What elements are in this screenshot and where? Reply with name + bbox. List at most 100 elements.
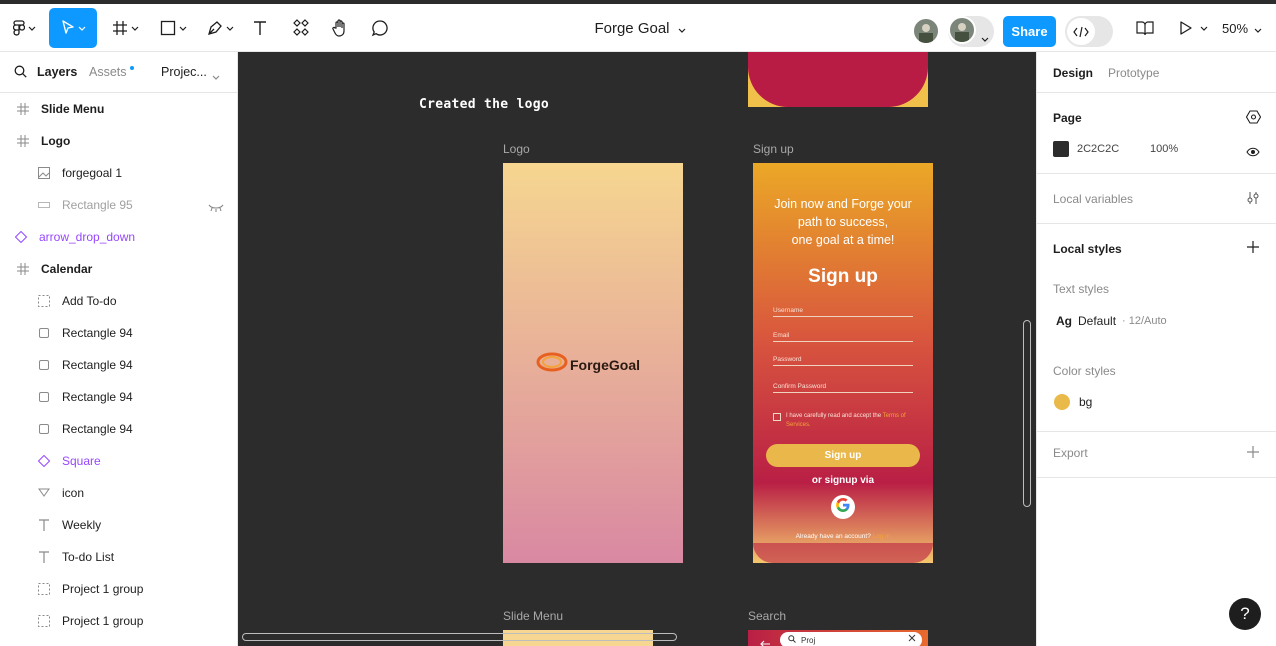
page-color-hex[interactable]: 2C2C2C (1077, 143, 1119, 155)
layer-arrow-drop-down[interactable]: arrow_drop_down (0, 221, 237, 253)
present-button[interactable] (1176, 8, 1212, 48)
layer-forgegoal-1[interactable]: forgegoal 1 (0, 157, 237, 189)
layer-logo[interactable]: Logo (0, 125, 237, 157)
color-style-name: bg (1079, 395, 1093, 409)
avatar-menu-button[interactable] (948, 16, 994, 47)
frame-icon (16, 262, 30, 276)
search-input: Proj (780, 632, 922, 646)
page-opacity[interactable]: 100% (1150, 143, 1178, 155)
text-tool-icon (252, 20, 268, 36)
layer-to-do-list[interactable]: To-do List (0, 541, 237, 573)
vertical-scrollbar[interactable] (1023, 320, 1031, 507)
shape-tool-button[interactable] (154, 8, 192, 48)
left-panel-tabs: Layers Assets Projec... (0, 52, 237, 93)
file-title-button[interactable]: Forge Goal (560, 8, 720, 48)
layer-label: forgegoal 1 (62, 166, 123, 180)
frame-top-partial[interactable] (748, 52, 928, 107)
help-button[interactable]: ? (1229, 598, 1261, 630)
library-icon (1136, 20, 1154, 36)
have-account-text: Already have an account? (795, 533, 871, 540)
signup-bottom-shape (753, 543, 933, 563)
layer-label: icon (62, 486, 85, 500)
tab-assets[interactable]: Assets (89, 65, 127, 79)
frame-label-logo[interactable]: Logo (503, 142, 530, 156)
page-settings-icon[interactable] (1245, 110, 1262, 129)
zoom-menu[interactable]: 50% (1222, 8, 1262, 48)
eye-icon[interactable] (1246, 144, 1260, 162)
layer-rectangle-94[interactable]: Rectangle 94 (0, 317, 237, 349)
layer-calendar[interactable]: Calendar (0, 253, 237, 285)
main-menu-button[interactable] (6, 8, 42, 48)
horizontal-scrollbar[interactable] (242, 633, 677, 641)
group-icon (37, 582, 51, 596)
frame-tool-button[interactable] (106, 8, 144, 48)
layer-project-1-group[interactable]: Project 1 group (0, 573, 237, 605)
text-icon (37, 550, 51, 564)
comment-tool-button[interactable] (368, 8, 392, 48)
tab-prototype[interactable]: Prototype (1108, 66, 1159, 80)
layer-rectangle-95[interactable]: Rectangle 95 (0, 189, 237, 221)
canvas[interactable]: Created the logo Logo Sign up ForgeGoal … (238, 52, 1036, 646)
layer-label: Slide Menu (41, 102, 105, 116)
text-tool-button[interactable] (248, 8, 272, 48)
chevron-down-icon (179, 26, 187, 31)
plus-icon[interactable] (1246, 240, 1260, 259)
layer-label: Logo (41, 134, 71, 148)
page-section-title: Page (1053, 111, 1082, 125)
back-arrow-icon (760, 635, 770, 646)
rectangle-icon (37, 358, 51, 372)
layer-square[interactable]: Square (0, 445, 237, 477)
layer-rectangle-94[interactable]: Rectangle 94 (0, 349, 237, 381)
frame-label-signup[interactable]: Sign up (753, 142, 794, 156)
layer-icon[interactable]: icon (0, 477, 237, 509)
layer-label: Rectangle 95 (62, 198, 133, 212)
layer-label: Calendar (41, 262, 93, 276)
layer-label: Square (62, 454, 101, 468)
shape-tool-icon (160, 20, 176, 36)
rectangle-icon (37, 422, 51, 436)
frame-label-search[interactable]: Search (748, 609, 786, 623)
layer-label: Rectangle 94 (62, 358, 133, 372)
canvas-note[interactable]: Created the logo (419, 97, 549, 112)
page-color-swatch[interactable] (1053, 141, 1069, 157)
login-link: Log in (872, 533, 891, 540)
search-frame[interactable]: Proj (748, 630, 928, 646)
logo-wordmark: ForgeGoal (570, 356, 641, 373)
layer-rectangle-94[interactable]: Rectangle 94 (0, 413, 237, 445)
tagline-line: path to success, (797, 215, 889, 229)
forge-ring-icon (535, 351, 569, 378)
tab-design[interactable]: Design (1053, 66, 1093, 80)
layer-rectangle-94[interactable]: Rectangle 94 (0, 381, 237, 413)
color-style-bg[interactable]: bg (1054, 394, 1092, 410)
signup-frame[interactable]: Join now and Forge your path to success,… (753, 163, 933, 563)
pages-dropdown[interactable]: Projec... (161, 65, 207, 79)
figma-menu-icon (12, 20, 25, 36)
search-icon[interactable] (14, 65, 27, 81)
hidden-eye-icon[interactable] (208, 201, 224, 215)
plus-icon[interactable] (1246, 445, 1260, 464)
layer-slide-menu[interactable]: Slide Menu (0, 93, 237, 125)
layer-weekly[interactable]: Weekly (0, 509, 237, 541)
logo-frame[interactable]: ForgeGoal (503, 163, 683, 563)
properties-panel: Design Prototype Page 2C2C2C 100% Local … (1036, 52, 1276, 646)
library-button[interactable] (1133, 8, 1157, 48)
layer-add-to-do[interactable]: Add To-do (0, 285, 237, 317)
variables-adjust-icon[interactable] (1246, 191, 1260, 210)
share-button[interactable]: Share (1003, 16, 1056, 47)
dev-mode-toggle[interactable] (1065, 16, 1113, 47)
resources-button[interactable] (289, 8, 313, 48)
hand-tool-button[interactable] (328, 8, 352, 48)
avatar[interactable] (912, 17, 940, 45)
pen-tool-button[interactable] (201, 8, 239, 48)
move-tool-button[interactable] (49, 8, 97, 48)
frame-label-slide-menu[interactable]: Slide Menu (503, 609, 563, 623)
dev-mode-icon (1067, 18, 1095, 45)
tab-layers[interactable]: Layers (37, 65, 77, 79)
layer-label: To-do List (62, 550, 115, 564)
layer-project-1-group[interactable]: Project 1 group (0, 605, 237, 637)
chevron-down-icon (28, 26, 36, 31)
present-icon (1180, 21, 1192, 35)
color-styles-label: Color styles (1053, 364, 1116, 378)
layer-label: Project 1 group (62, 582, 144, 596)
text-style-default[interactable]: Ag Default · 12/Auto (1053, 314, 1167, 328)
